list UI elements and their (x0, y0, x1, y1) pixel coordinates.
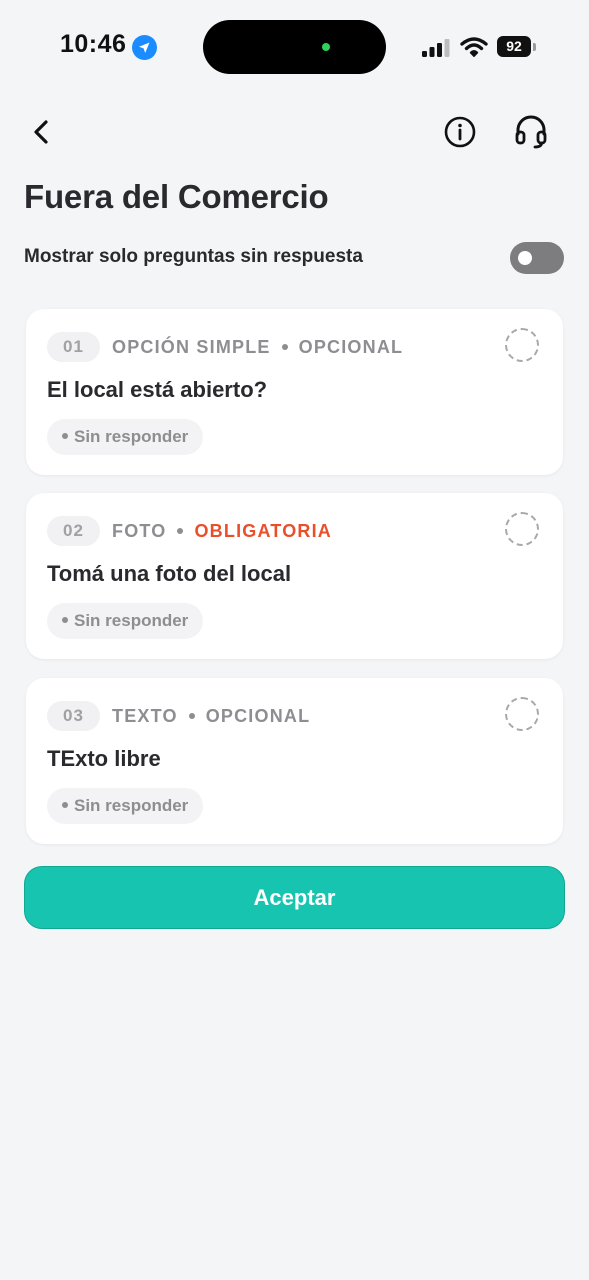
page-title: Fuera del Comercio (24, 178, 329, 215)
info-icon[interactable] (443, 115, 477, 149)
unanswered-filter-label: Mostrar solo preguntas sin respuesta (24, 246, 363, 267)
separator-dot (177, 527, 184, 534)
location-arrow-icon (132, 35, 157, 60)
toggle-knob (518, 251, 532, 265)
question-meta: OPCIÓN SIMPLE OPCIONAL (112, 337, 403, 358)
unanswered-filter-row: Mostrar solo preguntas sin respuesta (24, 242, 564, 274)
question-requirement: OPCIONAL (205, 706, 311, 726)
accept-button[interactable]: Aceptar (24, 866, 565, 929)
question-text: TExto libre (47, 746, 161, 771)
headset-icon[interactable] (512, 113, 550, 151)
unanswered-status-circle-icon (505, 697, 539, 731)
question-type: OPCIÓN SIMPLE (112, 337, 271, 357)
answer-status-label: Sin responder (74, 427, 189, 446)
question-number: 03 (47, 701, 100, 731)
camera-indicator-icon (322, 43, 330, 51)
status-dot (62, 802, 68, 809)
dynamic-island (203, 20, 386, 74)
battery-cap (533, 43, 536, 51)
status-dot (62, 617, 68, 624)
cellular-signal-icon (421, 38, 451, 58)
question-requirement: OPCIONAL (298, 337, 404, 357)
status-bar: 10:46 92 (0, 0, 589, 96)
answer-status-label: Sin responder (74, 796, 189, 815)
unanswered-status-circle-icon (505, 328, 539, 362)
separator-dot (188, 712, 195, 719)
question-number: 02 (47, 516, 100, 546)
status-dot (62, 433, 68, 440)
question-meta: TEXTO OPCIONAL (112, 706, 310, 727)
battery-level: 92 (497, 36, 531, 57)
unanswered-status-circle-icon (505, 512, 539, 546)
question-card[interactable]: 03 TEXTO OPCIONAL TExto libre Sin respond… (26, 678, 563, 844)
question-text: Tomá una foto del local (47, 561, 292, 586)
question-requirement: OBLIGATORIA (194, 521, 332, 541)
answer-status-badge: Sin responder (47, 419, 204, 455)
wifi-icon (460, 36, 488, 58)
question-type: FOTO (112, 521, 167, 541)
chevron-left-icon[interactable] (26, 114, 58, 150)
question-card[interactable]: 01 OPCIÓN SIMPLE OPCIONAL El local está a… (26, 309, 563, 475)
question-meta: FOTO OBLIGATORIA (112, 521, 332, 542)
answer-status-badge: Sin responder (47, 603, 204, 639)
question-number: 01 (47, 332, 100, 362)
unanswered-filter-toggle[interactable] (510, 242, 564, 274)
status-time: 10:46 (60, 30, 127, 58)
answer-status-label: Sin responder (74, 611, 189, 630)
question-text: El local está abierto? (47, 377, 268, 402)
answer-status-badge: Sin responder (47, 788, 204, 824)
battery-icon: 92 (497, 36, 537, 59)
question-type: TEXTO (112, 706, 178, 726)
separator-dot (281, 343, 288, 350)
question-card[interactable]: 02 FOTO OBLIGATORIA Tomá una foto del loc… (26, 493, 563, 659)
